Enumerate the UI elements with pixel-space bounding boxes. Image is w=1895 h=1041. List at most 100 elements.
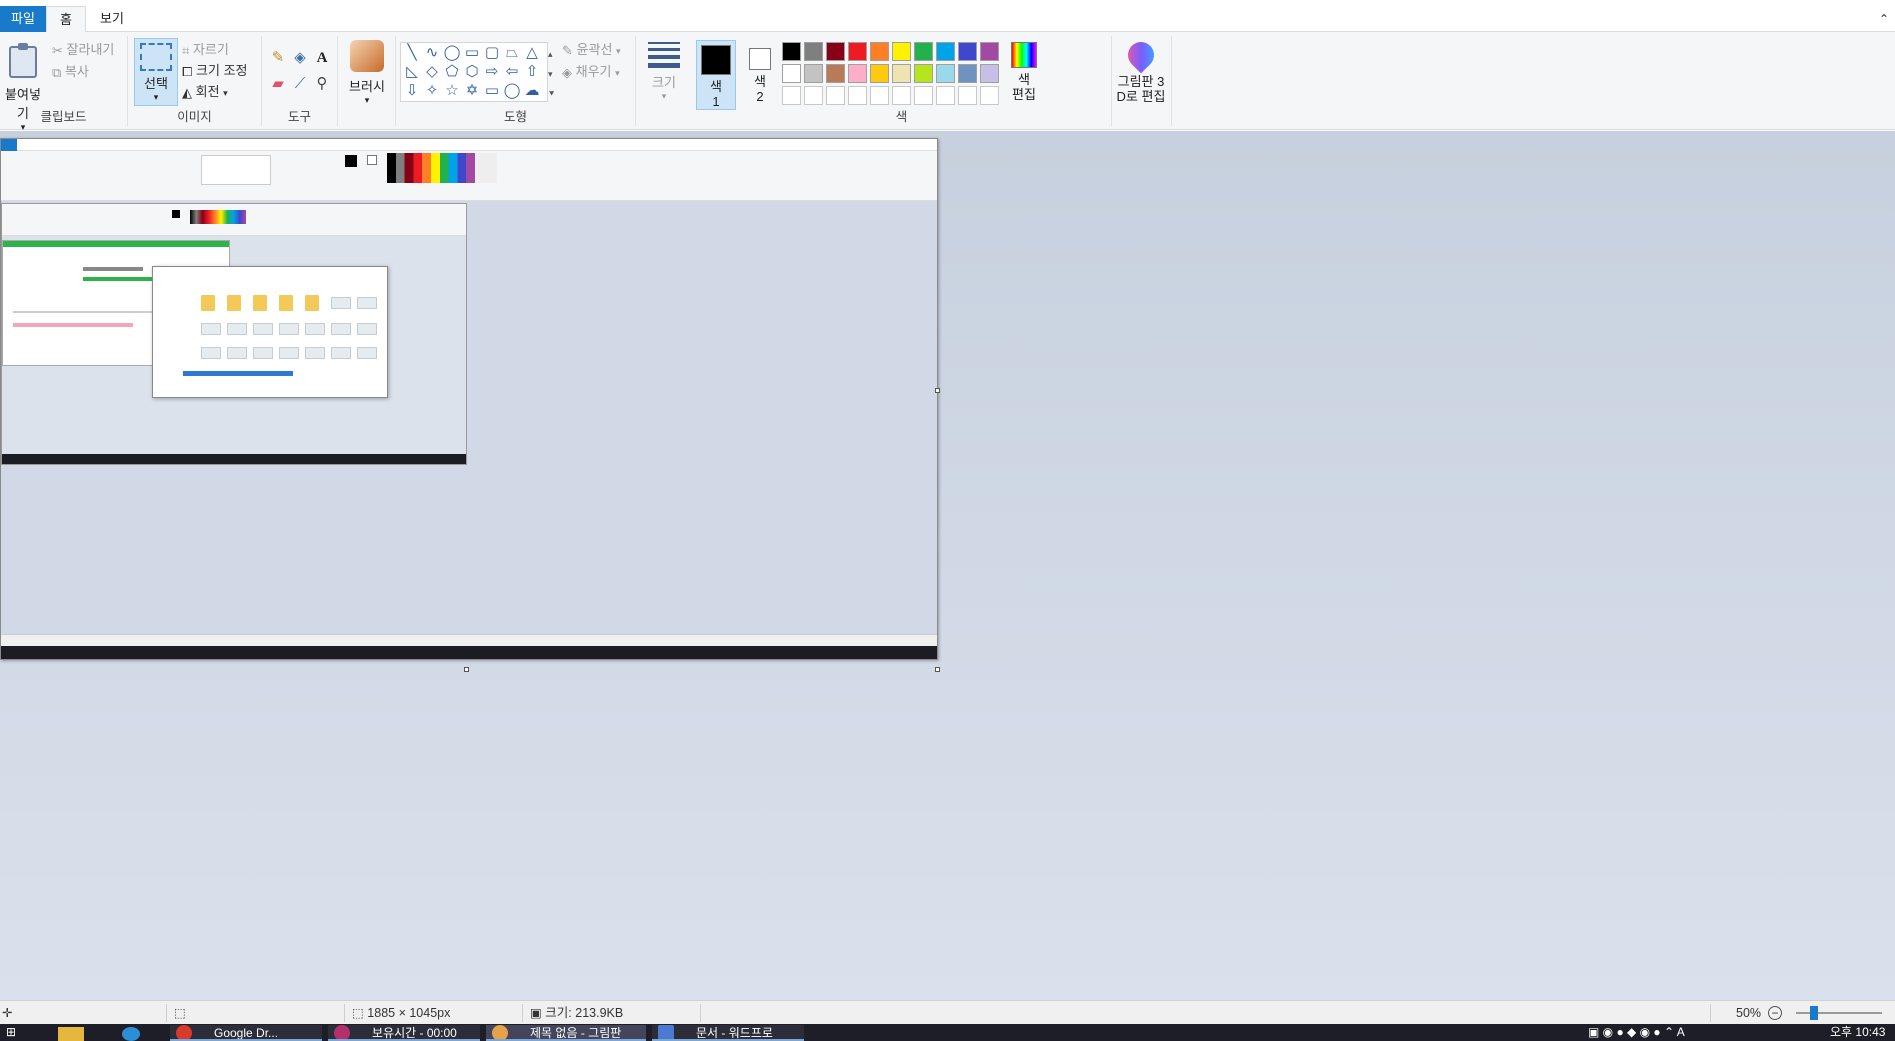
oval-shape-icon[interactable]: ◯ [443, 44, 461, 62]
palette-color-swatch[interactable] [782, 64, 801, 83]
group-label-shapes: 도형 [503, 110, 527, 124]
right-arrow-shape-icon[interactable]: ⇨ [483, 63, 501, 81]
custom-color-slot[interactable] [936, 86, 955, 105]
select-label: 선택 [144, 76, 168, 91]
cloud-callout-shape-icon[interactable]: ☁ [523, 82, 541, 100]
color-picker-icon[interactable]: ⟋ [290, 74, 310, 94]
copy-button[interactable]: ⧉ 복사 [52, 62, 89, 82]
system-tray-icons[interactable]: ▣ ◉ ● ◆ ◉ ● ⌃ A [1588, 1024, 1685, 1041]
edit-with-paint3d-button[interactable]: 그림판 3 D로 편집 [1112, 36, 1170, 104]
palette-color-swatch[interactable] [936, 42, 955, 61]
palette-color-swatch[interactable] [848, 64, 867, 83]
rounded-rectangle-shape-icon[interactable]: ▢ [483, 44, 501, 62]
magnifier-icon[interactable]: ⚲ [312, 74, 332, 94]
eraser-icon[interactable]: ▰ [268, 74, 288, 94]
custom-color-slot[interactable] [826, 86, 845, 105]
crop-button[interactable]: ⌗ 자르기 [182, 40, 229, 60]
palette-color-swatch[interactable] [914, 42, 933, 61]
palette-color-swatch[interactable] [958, 42, 977, 61]
select-button[interactable]: 선택 ▾ [134, 38, 178, 106]
custom-color-slot[interactable] [980, 86, 999, 105]
color2-button[interactable]: 색 2 [740, 40, 780, 110]
resize-handle-right[interactable] [935, 388, 940, 393]
palette-color-swatch[interactable] [914, 64, 933, 83]
palette-color-swatch[interactable] [980, 64, 999, 83]
palette-color-swatch[interactable] [892, 42, 911, 61]
custom-color-slot[interactable] [958, 86, 977, 105]
triangle-shape-icon[interactable]: △ [523, 44, 541, 62]
taskbar-item-3[interactable]: 제목 없음 - 그림판 [486, 1025, 646, 1041]
file-explorer-icon[interactable] [58, 1027, 84, 1041]
text-icon[interactable]: A [312, 48, 332, 68]
cut-button[interactable]: ✂ 잘라내기 [52, 40, 114, 60]
tab-file[interactable]: 파일 [0, 6, 46, 32]
four-point-star-shape-icon[interactable]: ✧ [423, 82, 441, 100]
group-label-tools: 도구 [287, 110, 311, 124]
taskbar-item-4[interactable]: 문서 - 워드프로 [652, 1025, 804, 1041]
down-arrow-shape-icon[interactable]: ⇩ [403, 82, 421, 100]
browser-icon[interactable] [122, 1027, 140, 1041]
shapes-gallery[interactable]: ╲ ∿ ◯ ▭ ▢ ⏢ △ ◺ ◇ ⬠ ⬡ ⇨ ⇦ ⇧ ⇩ ✧ ☆ ✡ ▭ ◯ … [400, 42, 548, 102]
pencil-icon[interactable]: ✎ [268, 48, 288, 68]
color1-button[interactable]: 색 1 [696, 40, 736, 110]
custom-color-slot[interactable] [892, 86, 911, 105]
size-button[interactable]: 크기 ▾ [640, 38, 688, 102]
custom-color-slot[interactable] [870, 86, 889, 105]
resize-handle-corner[interactable] [935, 667, 940, 672]
polygon-shape-icon[interactable]: ⏢ [503, 44, 521, 62]
zoom-out-icon[interactable]: − [1768, 1006, 1782, 1020]
curve-shape-icon[interactable]: ∿ [423, 44, 441, 62]
zoom-slider[interactable] [1796, 1012, 1882, 1014]
rectangle-shape-icon[interactable]: ▭ [463, 44, 481, 62]
palette-color-swatch[interactable] [980, 42, 999, 61]
right-triangle-shape-icon[interactable]: ◺ [403, 63, 421, 81]
windows-start-icon[interactable]: ⊞ [6, 1024, 16, 1041]
rect-callout-shape-icon[interactable]: ▭ [483, 82, 501, 100]
oval-callout-shape-icon[interactable]: ◯ [503, 82, 521, 100]
fill-bucket-icon[interactable]: ◈ [290, 48, 310, 68]
palette-color-swatch[interactable] [826, 42, 845, 61]
fill-button[interactable]: ◈ 채우기 ▾ [562, 62, 620, 82]
rotate-button[interactable]: ◭ 회전 ▾ [182, 82, 228, 102]
resize-handle-bottom[interactable] [464, 667, 469, 672]
up-arrow-shape-icon[interactable]: ⇧ [523, 63, 541, 81]
taskbar-item-2[interactable]: 보유시간 - 00:00 [328, 1025, 480, 1041]
canvas-image[interactable] [0, 138, 938, 660]
custom-color-slot[interactable] [848, 86, 867, 105]
left-arrow-shape-icon[interactable]: ⇦ [503, 63, 521, 81]
palette-color-swatch[interactable] [804, 64, 823, 83]
five-point-star-shape-icon[interactable]: ☆ [443, 82, 461, 100]
brushes-button[interactable]: 브러시 ▾ [342, 38, 392, 106]
paint3d-label-1: 그림판 3 [1117, 74, 1165, 89]
line-shape-icon[interactable]: ╲ [403, 44, 421, 62]
palette-color-swatch[interactable] [782, 42, 801, 61]
hexagon-shape-icon[interactable]: ⬡ [463, 63, 481, 81]
six-point-star-shape-icon[interactable]: ✡ [463, 82, 481, 100]
resize-button[interactable]: ⧠ 크기 조정 [182, 61, 247, 81]
pentagon-shape-icon[interactable]: ⬠ [443, 63, 461, 81]
palette-color-swatch[interactable] [848, 42, 867, 61]
tab-home[interactable]: 홈 [46, 6, 86, 33]
palette-color-swatch[interactable] [936, 64, 955, 83]
custom-color-slot[interactable] [804, 86, 823, 105]
shapes-scroll[interactable]: ▴ ▾ ⯆ [548, 44, 555, 104]
palette-color-swatch[interactable] [958, 64, 977, 83]
color1-swatch [701, 45, 731, 75]
custom-color-slot[interactable] [782, 86, 801, 105]
clock[interactable]: 오후 10:43 [1830, 1024, 1885, 1041]
outline-button[interactable]: ✎ 윤곽선 ▾ [562, 40, 621, 60]
palette-color-swatch[interactable] [870, 64, 889, 83]
taskbar-item-1[interactable]: Google Dr... [170, 1025, 322, 1041]
zoom-slider-thumb[interactable] [1810, 1006, 1818, 1020]
tab-view[interactable]: 보기 [92, 6, 132, 32]
edit-colors-button[interactable]: 색 편집 [1004, 38, 1044, 102]
diamond-shape-icon[interactable]: ◇ [423, 63, 441, 81]
ribbon: 붙여넣기 ▾ ✂ 잘라내기 ⧉ 복사 클립보드 선택 ▾ ⌗ 자르기 ⧠ 크기 … [0, 32, 1895, 132]
palette-color-swatch[interactable] [804, 42, 823, 61]
palette-color-swatch[interactable] [826, 64, 845, 83]
custom-color-slot[interactable] [914, 86, 933, 105]
ribbon-collapse-icon[interactable]: ⌃ [1879, 12, 1889, 26]
fill-icon: ◈ [562, 64, 572, 80]
palette-color-swatch[interactable] [870, 42, 889, 61]
palette-color-swatch[interactable] [892, 64, 911, 83]
